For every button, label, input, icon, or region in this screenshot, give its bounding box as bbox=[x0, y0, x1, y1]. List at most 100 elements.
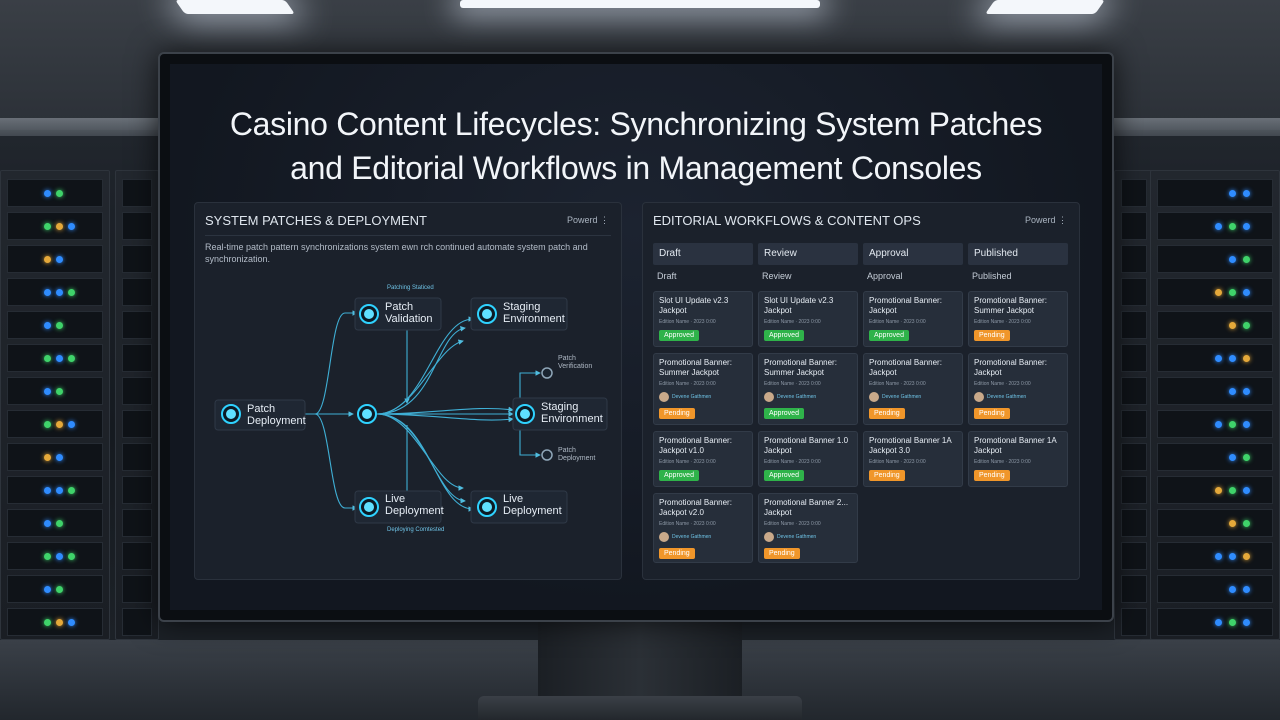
page-title-line-1: Casino Content Lifecycles: Synchronizing… bbox=[229, 106, 1043, 142]
rack-slot bbox=[1157, 542, 1273, 570]
status-led bbox=[1243, 388, 1250, 395]
rack-slot bbox=[122, 509, 152, 537]
content-card[interactable]: Promotional Banner: Jackpot Edition Name … bbox=[968, 353, 1068, 425]
status-led bbox=[68, 355, 75, 362]
panel-menu-button[interactable]: Powerd ⋮ bbox=[1025, 215, 1067, 226]
status-led bbox=[1229, 355, 1236, 362]
status-led bbox=[44, 256, 51, 263]
rack-slot bbox=[1121, 608, 1147, 636]
status-led bbox=[1243, 454, 1250, 461]
rack-slot bbox=[7, 212, 103, 240]
monitor-base bbox=[478, 696, 802, 720]
rack-slot bbox=[7, 410, 103, 438]
card-meta: Edition Name · 2023 0:00 bbox=[764, 521, 821, 527]
rack-slot bbox=[1157, 410, 1273, 438]
assignee-name: Devene Gathmen bbox=[777, 534, 817, 540]
status-led bbox=[44, 388, 51, 395]
rack-slot bbox=[1121, 476, 1147, 504]
column-header-review[interactable]: Review bbox=[758, 243, 858, 265]
card-meta: Edition Name · 2023 0:00 bbox=[974, 381, 1031, 387]
status-badge: Approved bbox=[764, 470, 804, 481]
content-card[interactable]: Promotional Banner 1A Jackpot Edition Nam… bbox=[968, 431, 1068, 487]
node-staging-environment-mid[interactable]: Staging Environment bbox=[541, 401, 607, 425]
node-dot bbox=[362, 409, 372, 419]
content-card[interactable]: Promotional Banner 2... Jackpot Edition N… bbox=[758, 493, 858, 563]
page-title-line-2: and Editorial Workflows in Management Co… bbox=[290, 150, 982, 186]
node-dot bbox=[364, 309, 374, 319]
avatar bbox=[659, 392, 669, 402]
flow-edge bbox=[376, 413, 466, 504]
status-led bbox=[1243, 421, 1250, 428]
status-led bbox=[56, 289, 63, 296]
content-card[interactable]: Promotional Banner: Jackpot v2.0 Edition … bbox=[653, 493, 753, 563]
status-led bbox=[56, 322, 63, 329]
rack-slot bbox=[1157, 575, 1273, 603]
content-card[interactable]: Promotional Banner: Summer Jackpot Editio… bbox=[653, 353, 753, 425]
divider bbox=[205, 235, 611, 236]
card-title: Promotional Banner: Jackpot bbox=[869, 358, 942, 377]
panel-menu-button[interactable]: Powerd ⋮ bbox=[567, 215, 609, 226]
status-led bbox=[1215, 355, 1222, 362]
server-rack bbox=[115, 170, 159, 640]
card-title: Promotional Banner: Jackpot v1.0 bbox=[659, 436, 732, 455]
status-led bbox=[1243, 487, 1250, 494]
column-header-approval[interactable]: Approval bbox=[863, 243, 963, 265]
status-led bbox=[1243, 322, 1250, 329]
status-led bbox=[44, 619, 51, 626]
content-card[interactable]: Slot UI Update v2.3 Jackpot Edition Name … bbox=[758, 291, 858, 347]
content-card[interactable]: Promotional Banner: Jackpot Edition Name … bbox=[863, 291, 963, 347]
rack-slot bbox=[1157, 344, 1273, 372]
rack-slot bbox=[122, 608, 152, 636]
assignee-name: Devene Gathmen bbox=[672, 394, 712, 400]
assignee-name: Devene Gathmen bbox=[882, 394, 922, 400]
status-led bbox=[56, 553, 63, 560]
status-badge: Pending bbox=[659, 548, 695, 559]
rack-slot bbox=[1157, 443, 1273, 471]
status-led bbox=[56, 520, 63, 527]
status-led bbox=[44, 355, 51, 362]
flow-edge bbox=[376, 326, 466, 415]
content-card[interactable]: Slot UI Update v2.3 Jackpot Edition Name … bbox=[653, 291, 753, 347]
card-title: Promotional Banner: Summer Jackpot bbox=[764, 358, 837, 377]
column-header-draft[interactable]: Draft bbox=[653, 243, 753, 265]
node-dot bbox=[364, 502, 374, 512]
node-staging-environment-top[interactable]: Staging Environment bbox=[503, 301, 569, 325]
status-badge: Pending bbox=[974, 470, 1010, 481]
content-card[interactable]: Promotional Banner: Jackpot Edition Name … bbox=[863, 353, 963, 425]
rack-slot bbox=[122, 344, 152, 372]
node-live-deployment-right[interactable]: Live Deployment bbox=[503, 493, 569, 517]
node-patch-verification: Patch Verification bbox=[558, 355, 593, 370]
rack-slot bbox=[1157, 377, 1273, 405]
rack-slot bbox=[1157, 179, 1273, 207]
monitor: Casino Content Lifecycles: Synchronizing… bbox=[158, 52, 1114, 622]
card-meta: Edition Name · 2023 0:00 bbox=[659, 521, 716, 527]
content-card[interactable]: Promotional Banner: Summer Jackpot Editio… bbox=[758, 353, 858, 425]
assignee-name: Devene Gathmen bbox=[672, 534, 712, 540]
node-patch-deployment[interactable]: Patch Deployment bbox=[247, 403, 307, 427]
ceiling-light bbox=[460, 0, 820, 8]
content-card[interactable]: Promotional Banner: Jackpot v1.0 Edition … bbox=[653, 431, 753, 487]
content-card[interactable]: Promotional Banner 1A Jackpot 3.0 Edition… bbox=[863, 431, 963, 487]
rack-slot bbox=[7, 344, 103, 372]
status-led bbox=[56, 454, 63, 461]
rack-slot bbox=[1121, 377, 1147, 405]
status-led bbox=[44, 520, 51, 527]
node-live-deployment-bottom[interactable]: Live Deployment bbox=[385, 493, 444, 517]
status-led bbox=[1229, 388, 1236, 395]
rack-slot bbox=[1121, 443, 1147, 471]
status-led bbox=[1243, 553, 1250, 560]
content-card[interactable]: Promotional Banner: Summer Jackpot Editio… bbox=[968, 291, 1068, 347]
card-meta: Edition Name · 2023 0:00 bbox=[764, 319, 821, 325]
card-title: Promotional Banner 1A Jackpot bbox=[974, 436, 1057, 455]
content-card[interactable]: Promotional Banner 1.0 Jackpot Edition Na… bbox=[758, 431, 858, 487]
card-meta: Edition Name · 2023 0:00 bbox=[659, 381, 716, 387]
node-patch-validation[interactable]: Patch Validation bbox=[385, 301, 437, 325]
card-title: Promotional Banner: Jackpot bbox=[974, 358, 1047, 377]
assignee-name: Devene Gathmen bbox=[987, 394, 1027, 400]
status-badge: Pending bbox=[869, 470, 905, 481]
column-header-published[interactable]: Published bbox=[968, 243, 1068, 265]
card-title: Promotional Banner: Summer Jackpot bbox=[974, 296, 1047, 315]
card-meta: Edition Name · 2023 0:00 bbox=[974, 319, 1031, 325]
card-title: Promotional Banner: Jackpot bbox=[869, 296, 942, 315]
status-led bbox=[56, 586, 63, 593]
